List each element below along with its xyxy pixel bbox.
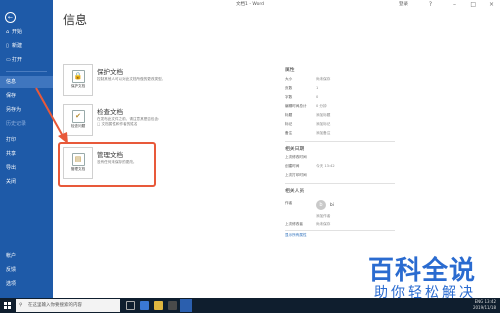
prop-value-comments[interactable]: 添加备注 xyxy=(316,131,330,136)
last-modified-by-value: 尚未保存 xyxy=(316,222,331,226)
add-author-link[interactable]: 添加作者 xyxy=(316,214,330,219)
properties-heading[interactable]: 属性 xyxy=(285,66,295,73)
tray-date: 2019/11/18 xyxy=(472,305,496,310)
prop-label-comments: 备注 xyxy=(285,131,293,135)
avatar: b xyxy=(316,200,326,210)
search-icon: ⚲ xyxy=(19,303,23,308)
properties-divider xyxy=(285,141,395,142)
watermark-logo: 百科全说 助你轻松解决 xyxy=(368,250,496,301)
prop-value-words: 0 xyxy=(316,95,319,99)
prop-value-size: 尚未保存 xyxy=(316,77,331,81)
store-icon[interactable] xyxy=(168,301,177,310)
prop-label-pages: 页数 xyxy=(285,86,293,90)
date-value-created: 今天 13:42 xyxy=(316,164,335,168)
last-modified-by-label: 上次修改者 xyxy=(285,222,303,226)
taskbar-search-placeholder: 在这里输入你要搜索的内容 xyxy=(28,303,82,308)
prop-label-size: 大小 xyxy=(285,77,293,81)
system-tray[interactable]: ENG 13:42 2019/11/18 xyxy=(473,299,496,311)
task-view-icon[interactable] xyxy=(126,301,135,310)
author-label: 作者 xyxy=(285,201,293,205)
word-taskbar-icon[interactable] xyxy=(180,299,192,312)
related-people-heading: 相关人员 xyxy=(285,189,305,194)
file-explorer-icon[interactable] xyxy=(154,301,163,310)
prop-value-edit-time: 0 分钟 xyxy=(316,104,327,108)
people-divider xyxy=(285,230,395,231)
prop-label-title: 标题 xyxy=(285,113,293,117)
prop-value-title[interactable]: 添加标题 xyxy=(316,113,330,118)
prop-label-edit-time: 编辑时间总计 xyxy=(285,104,307,108)
date-label-last-modified: 上次修改时间 xyxy=(285,155,307,159)
dates-divider xyxy=(285,183,395,184)
prop-value-pages: 1 xyxy=(316,86,319,90)
date-label-last-printed: 上次打印时间 xyxy=(285,173,307,177)
taskbar-search-box[interactable]: ⚲ 在这里输入你要搜索的内容 xyxy=(16,299,120,312)
prop-value-tags[interactable]: 添加标记 xyxy=(316,122,330,127)
show-all-properties-link[interactable]: 显示所有属性 xyxy=(285,233,307,238)
tray-time: 13:42 xyxy=(484,299,496,304)
related-dates-heading: 相关日期 xyxy=(285,147,305,152)
tray-language[interactable]: ENG xyxy=(475,299,484,304)
prop-label-tags: 标记 xyxy=(285,122,293,126)
windows-start-icon[interactable] xyxy=(4,302,11,309)
author-name[interactable]: bi xyxy=(330,202,334,207)
edge-browser-icon[interactable] xyxy=(140,301,149,310)
date-label-created: 创建时间 xyxy=(285,164,300,168)
taskbar: ⚲ 在这里输入你要搜索的内容 ENG 13:42 2019/11/18 xyxy=(0,298,500,313)
prop-label-words: 字数 xyxy=(285,95,293,99)
